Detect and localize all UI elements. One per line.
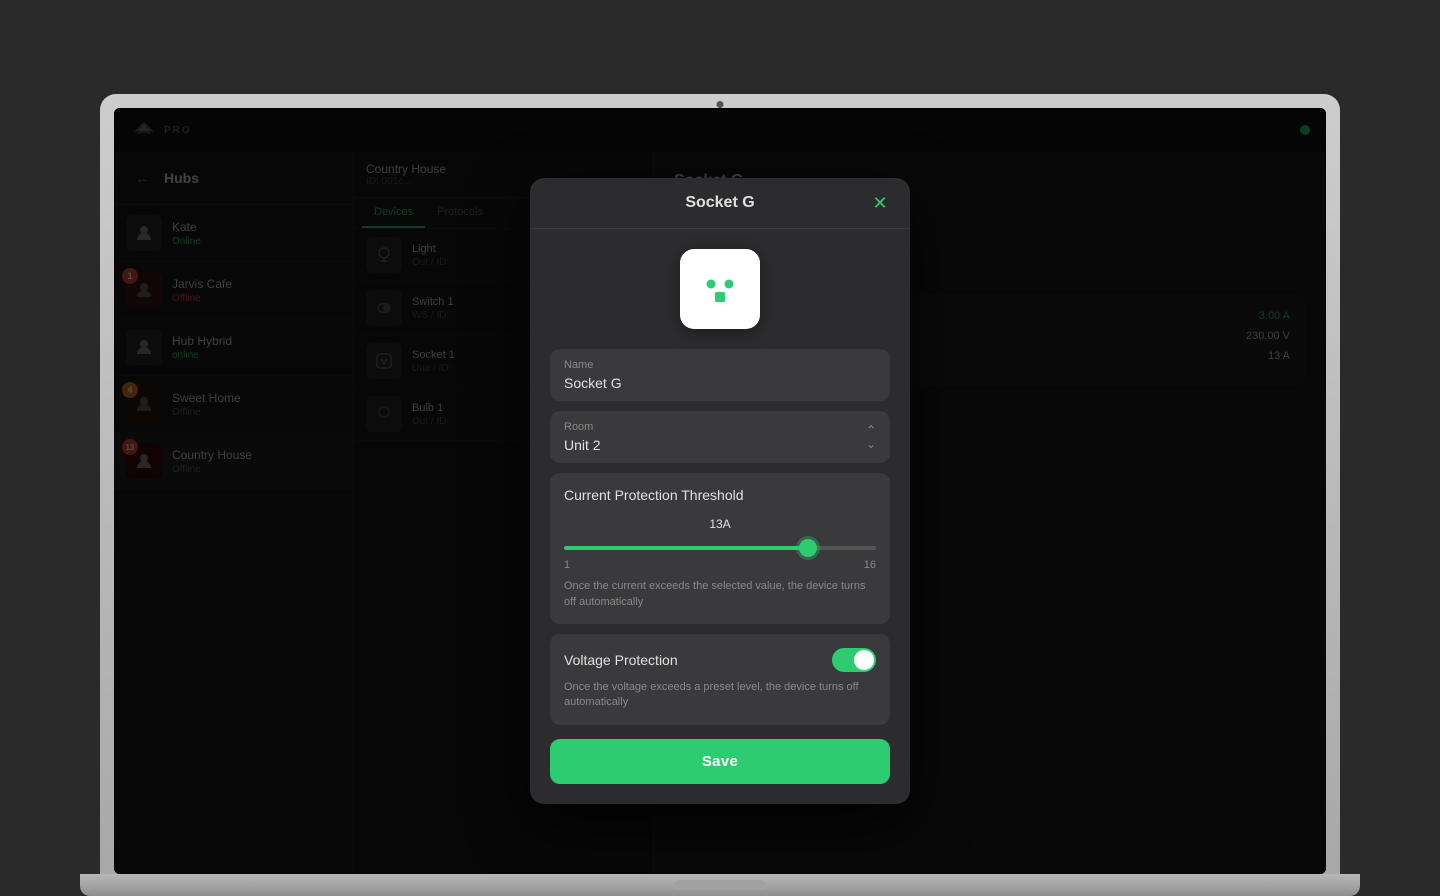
save-button[interactable]: Save xyxy=(550,739,890,784)
modal-overlay[interactable]: Socket G ✕ xyxy=(114,108,1326,874)
name-label: Name xyxy=(564,359,876,371)
room-label: Room xyxy=(564,421,601,433)
slider-min: 1 xyxy=(564,559,570,571)
toggle-knob xyxy=(854,650,874,670)
modal-close-button[interactable]: ✕ xyxy=(866,189,894,217)
modal-header: Socket G ✕ xyxy=(530,178,910,229)
name-field[interactable]: Name Socket G xyxy=(550,349,890,401)
camera-notch xyxy=(717,101,724,108)
toggle-label: Voltage Protection xyxy=(564,652,678,668)
room-field[interactable]: Room Unit 2 ⌃⌄ xyxy=(550,411,890,463)
current-threshold-slider[interactable] xyxy=(564,546,876,550)
room-value: Unit 2 xyxy=(564,437,601,453)
screen: PRO ← Hubs xyxy=(114,108,1326,874)
name-value: Socket G xyxy=(564,375,876,391)
slider-value-label: 13A xyxy=(564,517,876,531)
chevron-ud-icon: ⌃⌄ xyxy=(866,423,876,451)
modal-socket-icon xyxy=(680,249,760,329)
toggle-hint: Once the voltage exceeds a preset level,… xyxy=(564,680,876,711)
toggle-section: Voltage Protection Once the voltage exce… xyxy=(550,634,890,725)
modal-body: Name Socket G Room Unit 2 ⌃⌄ xyxy=(530,229,910,804)
slider-section: Current Protection Threshold 13A 1 16 On… xyxy=(550,473,890,624)
slider-max: 16 xyxy=(864,559,876,571)
toggle-row: Voltage Protection xyxy=(564,648,876,672)
modal-dialog: Socket G ✕ xyxy=(530,178,910,804)
voltage-protection-toggle[interactable] xyxy=(832,648,876,672)
trackpad xyxy=(675,880,765,890)
slider-hint: Once the current exceeds the selected va… xyxy=(564,579,876,610)
slider-title: Current Protection Threshold xyxy=(564,487,876,503)
modal-title: Socket G xyxy=(685,194,754,212)
